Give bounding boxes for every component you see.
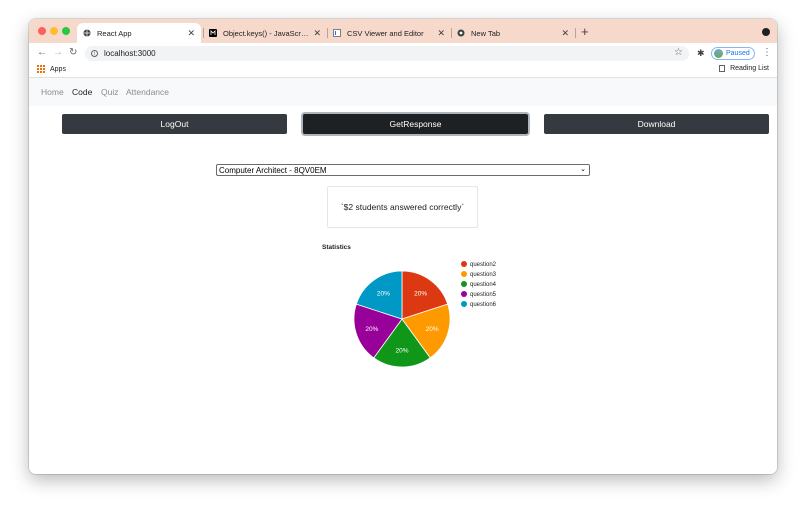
nav-link-quiz[interactable]: Quiz xyxy=(101,87,118,97)
forward-arrow-icon[interactable]: → xyxy=(53,46,63,60)
chevron-down-icon: ⌄ xyxy=(580,166,586,173)
minimize-window-button[interactable] xyxy=(50,27,58,35)
nav-link-code[interactable]: Code xyxy=(72,87,92,97)
site-info-icon[interactable]: i xyxy=(91,50,98,57)
tab-csv-viewer[interactable]: CSV Viewer and Editor ✕ xyxy=(327,23,451,43)
bookmark-star-icon[interactable]: ☆ xyxy=(674,47,683,58)
back-arrow-icon[interactable]: ← xyxy=(37,46,47,60)
tab-object-keys[interactable]: Object.keys() - JavaScript | MD ✕ xyxy=(203,23,327,43)
browser-toolbar: ← → ↻ i localhost:3000 ☆ ✱ Paused ⋮ xyxy=(29,43,777,63)
browser-window: React App ✕ Object.keys() - JavaScript |… xyxy=(29,19,777,474)
pie-slice-label: 20% xyxy=(426,326,439,333)
logout-button[interactable]: LogOut xyxy=(62,114,287,134)
profile-button[interactable]: Paused xyxy=(711,47,755,60)
chart-title: Statistics xyxy=(322,244,351,251)
tab-title: React App xyxy=(97,28,132,38)
reading-list-label: Reading List xyxy=(730,65,769,72)
tab-strip: React App ✕ Object.keys() - JavaScript |… xyxy=(29,19,777,43)
close-window-button[interactable] xyxy=(38,27,46,35)
nav-link-home[interactable]: Home xyxy=(41,87,64,97)
legend-label-question3[interactable]: question3 xyxy=(470,272,497,278)
close-tab-icon[interactable]: ✕ xyxy=(313,28,321,38)
download-button[interactable]: Download xyxy=(544,114,769,134)
new-tab-plus-icon[interactable]: + xyxy=(581,25,589,38)
pie-slice-label: 20% xyxy=(365,326,378,333)
legend-label-question4[interactable]: question4 xyxy=(470,282,497,288)
chrome-icon xyxy=(457,29,465,37)
close-tab-icon[interactable]: ✕ xyxy=(561,28,569,38)
quiz-select[interactable]: Computer Architect - 8QV0EM ⌄ xyxy=(216,164,590,176)
legend-swatch-question2 xyxy=(461,261,467,267)
extensions-puzzle-icon[interactable]: ✱ xyxy=(697,48,705,59)
tab-search-icon[interactable] xyxy=(762,28,770,36)
pie-slice-label: 20% xyxy=(395,348,408,355)
get-response-button[interactable]: GetResponse xyxy=(303,114,528,134)
legend-swatch-question4 xyxy=(461,281,467,287)
nav-link-attendance[interactable]: Attendance xyxy=(126,87,169,97)
legend-swatch-question6 xyxy=(461,301,467,307)
url-text: localhost:3000 xyxy=(104,49,156,58)
profile-status: Paused xyxy=(726,50,750,57)
tab-react-app[interactable]: React App ✕ xyxy=(77,23,201,43)
answer-summary-text: `$2 students answered correctly` xyxy=(340,202,465,212)
reading-list-icon xyxy=(719,65,726,72)
legend-label-question6[interactable]: question6 xyxy=(470,302,497,308)
tab-title: Object.keys() - JavaScript | MD xyxy=(223,28,309,38)
app-navbar: Home Code Quiz Attendance xyxy=(29,78,777,106)
close-tab-icon[interactable]: ✕ xyxy=(187,28,195,38)
tab-title: CSV Viewer and Editor xyxy=(347,28,424,38)
mdn-icon xyxy=(209,29,217,37)
address-bar[interactable]: i localhost:3000 ☆ xyxy=(85,46,689,61)
statistics-pie-chart: Statistics 20% 20% 20% 20% 20% question2 ques… xyxy=(322,244,497,368)
apps-shortcut[interactable]: Apps xyxy=(37,65,66,73)
page-content: Home Code Quiz Attendance LogOut GetResp… xyxy=(29,78,777,474)
pie-slice-label: 20% xyxy=(414,290,427,297)
apps-label: Apps xyxy=(50,65,66,73)
reading-list-button[interactable]: Reading List xyxy=(719,65,769,72)
reload-icon[interactable]: ↻ xyxy=(69,46,77,60)
avatar xyxy=(714,49,723,58)
legend-label-question2[interactable]: question2 xyxy=(470,262,497,268)
globe-icon xyxy=(83,29,91,37)
apps-grid-icon xyxy=(37,65,45,73)
legend-label-question5[interactable]: question5 xyxy=(470,292,497,298)
legend-swatch-question3 xyxy=(461,271,467,277)
close-tab-icon[interactable]: ✕ xyxy=(437,28,445,38)
csv-icon xyxy=(333,29,341,37)
quiz-select-value: Computer Architect - 8QV0EM xyxy=(219,165,327,175)
tab-title: New Tab xyxy=(471,28,501,38)
bookmarks-bar: Apps Reading List xyxy=(29,63,777,78)
browser-menu-icon[interactable]: ⋮ xyxy=(762,47,772,59)
legend-swatch-question5 xyxy=(461,291,467,297)
pie-slice-label: 20% xyxy=(377,290,390,297)
tab-new-tab[interactable]: New Tab ✕ xyxy=(451,23,575,43)
maximize-window-button[interactable] xyxy=(62,27,70,35)
answer-summary-card: `$2 students answered correctly` xyxy=(327,186,478,228)
